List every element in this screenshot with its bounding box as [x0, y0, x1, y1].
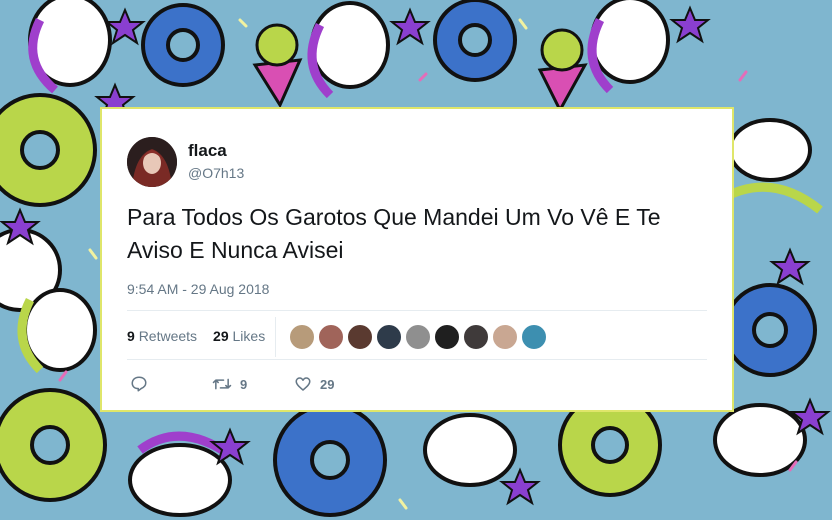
reply-button[interactable] — [130, 375, 148, 393]
user-handle[interactable]: @O7h13 — [188, 165, 244, 181]
heart-icon — [295, 377, 311, 391]
liker-avatar[interactable] — [521, 324, 547, 350]
retweet-icon — [212, 378, 232, 390]
stats-separator — [275, 317, 276, 357]
divider-top — [127, 310, 707, 311]
liker-avatar[interactable] — [492, 324, 518, 350]
reply-icon — [131, 376, 147, 392]
like-count: 29 — [320, 376, 335, 392]
liker-avatar[interactable] — [434, 324, 460, 350]
retweets-stat[interactable]: 9 Retweets — [127, 328, 197, 344]
retweet-button[interactable]: 9 — [212, 375, 247, 393]
retweets-count: 9 — [127, 328, 135, 344]
avatar[interactable] — [127, 137, 177, 187]
divider-bottom — [127, 359, 707, 360]
like-button[interactable]: 29 — [294, 375, 334, 393]
likes-label: Likes — [232, 328, 266, 344]
tweet-card: flaca @O7h13 Para Todos Os Garotos Que M… — [100, 107, 734, 412]
liker-avatar[interactable] — [463, 324, 489, 350]
likes-count: 29 — [213, 328, 229, 344]
liker-avatar[interactable] — [405, 324, 431, 350]
retweets-label: Retweets — [138, 328, 198, 344]
liker-avatar[interactable] — [347, 324, 373, 350]
display-name[interactable]: flaca — [188, 141, 227, 161]
engagement-stats: 9 Retweets 29 Likes — [127, 328, 265, 344]
liker-avatar[interactable] — [376, 324, 402, 350]
likes-stat[interactable]: 29 Likes — [213, 328, 265, 344]
tweet-text: Para Todos Os Garotos Que Mandei Um Vo V… — [127, 204, 661, 263]
tweet-timestamp[interactable]: 9:54 AM - 29 Aug 2018 — [127, 281, 269, 297]
liker-avatar[interactable] — [318, 324, 344, 350]
liker-avatar[interactable] — [289, 324, 315, 350]
retweet-count: 9 — [240, 376, 248, 392]
